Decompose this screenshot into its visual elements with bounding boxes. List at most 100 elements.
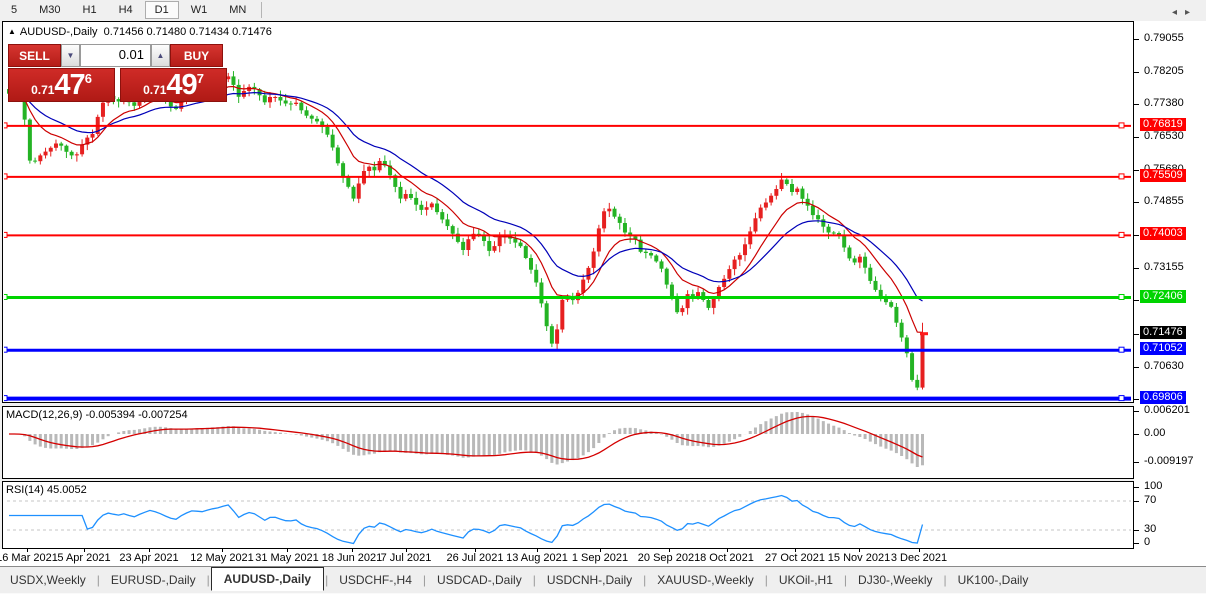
axis-tick-label: 0.006201 (1144, 404, 1190, 416)
level-price-tag: 0.76819 (1140, 117, 1186, 131)
date-label: 15 Nov 2021 (827, 552, 891, 564)
tab-separator: | (764, 573, 768, 587)
buy-price-prefix: 0.71 (143, 83, 167, 97)
axis-tick-label: 30 (1144, 523, 1157, 535)
level-price-tag: 0.75509 (1140, 168, 1186, 182)
timeframe-button-5[interactable]: 5 (1, 1, 27, 19)
tab-separator: | (96, 573, 100, 587)
axis-tick-mark (1134, 235, 1139, 237)
date-label: 7 Jul 2021 (380, 552, 432, 564)
tab-audusd-daily[interactable]: AUDUSD-,Daily (210, 567, 325, 591)
tab-separator: | (643, 573, 647, 587)
axis-tick-label: 0.78205 (1144, 65, 1184, 78)
axis-tick-mark (1134, 398, 1139, 400)
timeframe-button-h1[interactable]: H1 (73, 1, 107, 19)
mt4-window: { "toolbar": { "timeframes": ["5", "M30"… (0, 0, 1206, 594)
sell-price-main: 47 (54, 69, 85, 101)
date-label: 18 Jun 2021 (321, 552, 383, 564)
tab-usdchf-h4[interactable]: USDCHF-,H4 (329, 569, 422, 591)
tab-scroll-arrows[interactable]: ◂▸ (1172, 7, 1198, 18)
axis-tick-mark (1134, 268, 1139, 270)
sell-button[interactable]: SELL (8, 44, 61, 67)
timeframe-toolbar: 5 M30 H1 H4 D1 W1 MN (0, 0, 1206, 20)
axis-tick-mark (1134, 543, 1139, 544)
tab-usdx-weekly[interactable]: USDX,Weekly (0, 569, 96, 591)
axis-tick-mark (1134, 202, 1139, 204)
tab-xauusd-weekly[interactable]: XAUUSD-,Weekly (647, 569, 763, 591)
axis-tick-label: 70 (1144, 494, 1157, 506)
date-axis[interactable]: 16 Mar 2021 5 Apr 2021 23 Apr 2021 12 May 2… (0, 549, 1206, 566)
axis-tick-mark (1134, 462, 1139, 463)
axis-tick-label: 0.00 (1144, 427, 1166, 439)
tab-separator: | (943, 573, 947, 587)
macd-label: MACD(12,26,9) -0.005394 -0.007254 (6, 409, 188, 421)
axis-tick-mark (1134, 137, 1139, 139)
buy-price-button[interactable]: 0.71 49 7 (120, 68, 227, 102)
buy-price-pip: 7 (196, 71, 204, 86)
axis-tick-label: 0.76530 (1144, 130, 1184, 143)
axis-tick-label: 0.79055 (1144, 32, 1184, 44)
date-label: 12 May 2021 (190, 552, 254, 564)
chart-tab-bar: USDX,Weekly | EURUSD-,Daily | AUDUSD-,Daily |… (0, 566, 1206, 593)
timeframe-button-m30[interactable]: M30 (29, 1, 70, 19)
timeframe-button-d1[interactable]: D1 (144, 1, 179, 19)
timeframe-button-w1[interactable]: W1 (181, 1, 218, 19)
axis-tick-mark (1134, 333, 1139, 335)
rsi-plot (4, 494, 1131, 545)
timeframe-button-h4[interactable]: H4 (109, 1, 143, 19)
tab-separator: | (422, 573, 427, 587)
tab-separator: | (325, 573, 329, 587)
axis-tick-mark (1134, 411, 1139, 412)
date-label: 31 May 2021 (255, 552, 319, 564)
tab-ukoil-h1[interactable]: UKOil-,H1 (769, 569, 843, 591)
axis-tick-mark (1134, 530, 1139, 531)
price-axis[interactable]: 0.790550.782050.773800.765300.756800.748… (1134, 21, 1206, 565)
volume-input[interactable]: 0.01 (80, 44, 151, 67)
tab-usdcnh-daily[interactable]: USDCNH-,Daily (537, 569, 642, 591)
axis-tick-mark (1134, 39, 1139, 40)
level-price-tag: 0.74003 (1140, 227, 1186, 241)
date-label: 23 Apr 2021 (119, 552, 179, 564)
axis-tick-label: 0.73155 (1144, 261, 1184, 274)
tab-separator: | (206, 573, 210, 587)
axis-tick-label: 0.70630 (1144, 359, 1184, 372)
rsi-panel[interactable] (2, 481, 1134, 549)
date-label: 13 Aug 2021 (506, 552, 568, 564)
level-price-tag: 0.69806 (1140, 390, 1186, 404)
collapse-triangle-icon[interactable]: ▲ (8, 27, 16, 36)
rsi-label: RSI(14) 45.0052 (6, 484, 87, 496)
tab-separator: | (532, 573, 536, 587)
chart-symbol-label: AUDUSD-,Daily (19, 26, 98, 38)
axis-tick-label: 0.74855 (1144, 195, 1184, 208)
tab-uk100-daily[interactable]: UK100-,Daily (948, 569, 1039, 591)
axis-tick-mark (1134, 72, 1139, 74)
chart-title: ▲ AUDUSD-,Daily 0.71456 0.71480 0.71434 0… (8, 26, 272, 38)
date-label: 3 Dec 2021 (890, 552, 948, 564)
tab-usdcad-daily[interactable]: USDCAD-,Daily (427, 569, 532, 591)
tab-dj30-weekly[interactable]: DJ30-,Weekly (848, 569, 942, 591)
timeframe-button-mn[interactable]: MN (219, 1, 256, 19)
axis-tick-label: 100 (1144, 480, 1163, 492)
axis-tick-mark (1134, 487, 1139, 488)
current-price-tag: 0.71476 (1140, 325, 1186, 339)
date-label: 8 Oct 2021 (700, 552, 754, 564)
volume-increase-button[interactable]: ▲ (151, 44, 170, 67)
volume-decrease-button[interactable]: ▼ (61, 44, 80, 67)
buy-button[interactable]: BUY (170, 44, 223, 67)
tab-eurusd-daily[interactable]: EURUSD-,Daily (101, 569, 206, 591)
axis-tick-label: 0.77380 (1144, 97, 1184, 110)
axis-tick-mark (1134, 300, 1139, 302)
axis-tick-label: -0.009197 (1144, 455, 1194, 467)
axis-tick-mark (1134, 170, 1139, 172)
date-label: 26 Jul 2021 (446, 552, 504, 564)
buy-price-main: 49 (166, 69, 197, 101)
axis-tick-label: 0 (1144, 536, 1151, 548)
one-click-trade-panel: SELL ▼ 0.01 ▲ BUY 0.71 47 6 0.71 49 7 (8, 44, 227, 102)
sell-price-button[interactable]: 0.71 47 6 (8, 68, 115, 102)
date-label: 5 Apr 2021 (57, 552, 111, 564)
date-label: 20 Sep 2021 (637, 552, 701, 564)
toolbar-separator (261, 2, 263, 18)
date-label: 27 Oct 2021 (765, 552, 825, 564)
axis-tick-mark (1134, 434, 1139, 435)
tab-separator: | (843, 573, 848, 587)
